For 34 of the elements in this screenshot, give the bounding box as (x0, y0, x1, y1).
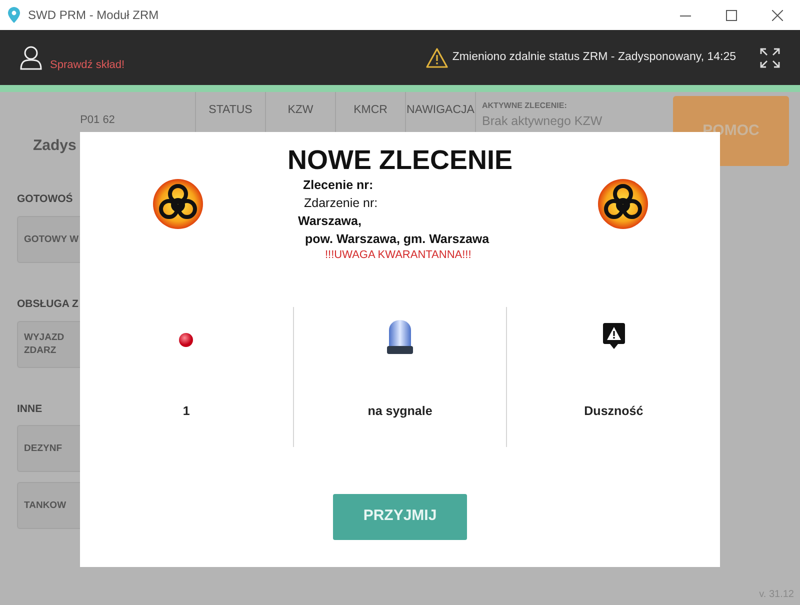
order-number-label: Zlecenie nr: (302, 176, 374, 194)
siren-icon (386, 318, 414, 355)
detail-text: na sygnale (368, 402, 432, 420)
close-icon[interactable] (772, 10, 782, 20)
section-title: INNE (17, 402, 42, 416)
action-button[interactable]: GOTOWY W (17, 216, 80, 263)
user-icon[interactable] (20, 46, 42, 70)
active-order-value: Brak aktywnego KZW (482, 113, 604, 130)
unit-status: Zadys (32, 136, 76, 156)
fullscreen-icon[interactable] (760, 48, 780, 68)
quarantine-warning-text: !!!UWAGA KWARANTANNA!!! (324, 248, 472, 264)
crew-warning: Sprawdź skład! (50, 58, 125, 74)
notification-text: Zmieniono zdalnie status ZRM - Zadysponowany, 14:25 (452, 50, 736, 65)
warning-marker-icon (602, 322, 625, 349)
window-title: SWD PRM - Moduł ZRM (28, 7, 159, 24)
location-pin-icon (8, 7, 20, 23)
action-button[interactable]: WYJAZD ZDARZ (17, 320, 80, 368)
section-title: OBSŁUGA Z (17, 296, 78, 312)
accept-button[interactable]: PRZYJMIJ (333, 494, 467, 540)
address-line: pow. Warszawa, gm. Warszawa (304, 231, 490, 248)
detail-text: Duszność (584, 402, 644, 420)
event-number-label: Zdarzenie nr: (303, 194, 379, 212)
detail-text: 1 (182, 402, 190, 420)
biohazard-icon (596, 178, 648, 230)
maximize-icon[interactable] (726, 10, 736, 20)
unit-code: P01 62 (79, 113, 116, 128)
address-line: Warszawa, (297, 212, 362, 230)
action-button[interactable]: TANKOW (17, 482, 80, 530)
active-order-label: AKTYWNE ZLECENIE: (482, 100, 568, 112)
action-button[interactable]: DEZYNF (17, 425, 80, 472)
priority-dot-icon (179, 333, 194, 348)
section-title: GOTOWOŚ (17, 192, 73, 207)
warning-icon (426, 48, 448, 68)
biohazard-icon (152, 178, 204, 230)
